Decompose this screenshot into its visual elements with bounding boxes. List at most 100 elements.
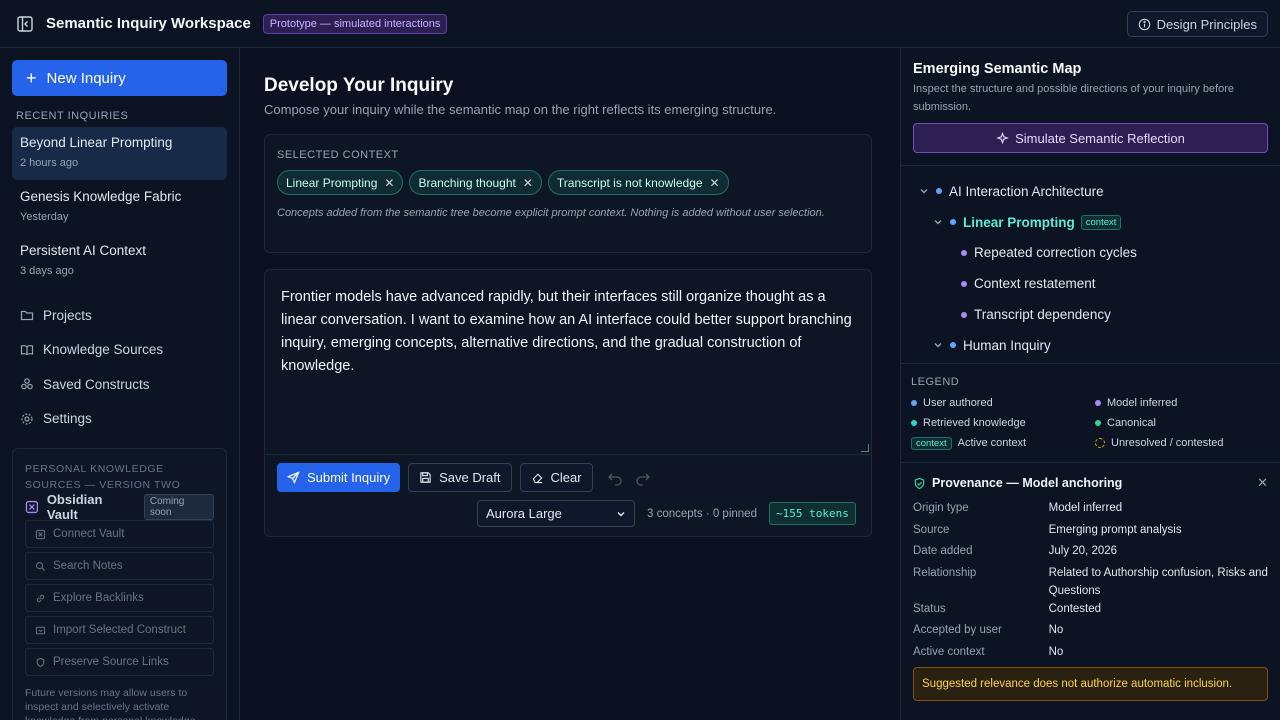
legend-item: context Active context xyxy=(911,436,1095,450)
legend-item: Unresolved / contested xyxy=(1095,436,1265,450)
remove-chip-icon[interactable]: ✕ xyxy=(384,176,394,190)
personal-knowledge-sources-panel: PERSONAL KNOWLEDGE SOURCES — VERSION TWO… xyxy=(12,448,227,720)
search-icon xyxy=(36,561,45,571)
book-icon xyxy=(20,344,34,355)
new-inquiry-button[interactable]: + New Inquiry xyxy=(12,60,227,96)
remove-chip-icon[interactable]: ✕ xyxy=(710,176,720,190)
shield-check-icon xyxy=(914,477,925,489)
recent-inquiry-item[interactable]: Beyond Linear Prompting 2 hours ago xyxy=(12,127,227,180)
sparkle-icon xyxy=(996,131,1009,144)
design-principles-label: Design Principles xyxy=(1156,16,1257,32)
submit-label: Submit Inquiry xyxy=(307,470,391,485)
context-tag: context xyxy=(1080,214,1122,230)
main-content: Develop Your Inquiry Compose your inquir… xyxy=(240,48,900,720)
provenance-value: No xyxy=(1048,645,1064,658)
gear-icon xyxy=(21,413,33,425)
sidebar-toggle-icon[interactable] xyxy=(16,15,34,33)
clear-button[interactable]: Clear xyxy=(519,463,593,492)
context-chips: Linear Prompting ✕ Branching thought ✕ T… xyxy=(277,170,859,195)
close-icon[interactable]: ✕ xyxy=(1257,475,1268,491)
chevron-down-icon[interactable] xyxy=(919,186,929,196)
submit-inquiry-button[interactable]: Submit Inquiry xyxy=(277,463,401,492)
new-inquiry-label: New Inquiry xyxy=(46,69,126,87)
simulate-reflection-button[interactable]: Simulate Semantic Reflection xyxy=(913,123,1268,153)
tree-node[interactable]: Human Inquiry xyxy=(919,330,1268,361)
design-principles-button[interactable]: Design Principles xyxy=(1126,11,1268,37)
legend-title: LEGEND xyxy=(911,376,960,388)
page-subtitle: Compose your inquiry while the semantic … xyxy=(264,102,777,117)
eraser-icon xyxy=(532,473,542,484)
provenance-key: Date added xyxy=(913,545,973,557)
legend-grid: User authored Model inferred Retrieved kno… xyxy=(911,396,1270,450)
search-notes-button[interactable]: Search Notes xyxy=(25,552,214,580)
provenance-key: Accepted by user xyxy=(913,624,1002,636)
inquiry-editor: Frontier models have advanced rapidly, b… xyxy=(264,269,872,537)
provenance-value: Emerging prompt analysis xyxy=(1048,523,1182,536)
pks-button-label: Import Selected Construct xyxy=(53,624,186,636)
sidebar: + New Inquiry RECENT INQUIRIES Beyond Li… xyxy=(0,48,240,720)
tree-node[interactable]: AI Interaction Architecture xyxy=(919,176,1268,207)
tree-node[interactable]: Transcript dependency xyxy=(919,299,1268,330)
legend-item: Canonical xyxy=(1095,416,1265,430)
node-type-dot xyxy=(961,311,967,318)
tree-node[interactable]: Context restatement xyxy=(919,268,1268,299)
provenance-table: Origin type Model inferred Source Emerging … xyxy=(913,499,1268,664)
semantic-map-header: Emerging Semantic Map Inspect the struct… xyxy=(901,48,1280,166)
chevron-down-icon[interactable] xyxy=(933,217,943,227)
context-chip[interactable]: Transcript is not knowledge ✕ xyxy=(547,170,729,195)
connect-vault-button[interactable]: Connect Vault xyxy=(25,520,214,548)
legend-label: User authored xyxy=(923,397,993,409)
provenance-value: Contested xyxy=(1048,602,1102,615)
preserve-source-links-button[interactable]: Preserve Source Links xyxy=(25,648,214,676)
provenance-value: No xyxy=(1048,624,1064,636)
context-chip[interactable]: Linear Prompting ✕ xyxy=(277,170,404,195)
shield-icon xyxy=(36,657,45,667)
save-draft-button[interactable]: Save Draft xyxy=(408,463,512,492)
import-selected-construct-button[interactable]: Import Selected Construct xyxy=(25,616,214,644)
recent-inquiry-title: Genesis Knowledge Fabric xyxy=(20,189,182,204)
obsidian-vault-row: Obsidian Vault Coming soon xyxy=(25,492,214,522)
legend-item: Retrieved knowledge xyxy=(911,416,1095,430)
save-icon xyxy=(420,472,431,483)
chevron-down-icon[interactable] xyxy=(933,340,943,350)
undo-icon[interactable] xyxy=(607,470,623,486)
tree-node[interactable]: Linear Prompting context xyxy=(919,207,1268,238)
resize-handle[interactable] xyxy=(861,444,869,452)
legend-dot xyxy=(911,420,917,426)
recent-inquiry-item[interactable]: Genesis Knowledge Fabric Yesterday xyxy=(12,181,227,234)
provenance-panel: Provenance — Model anchoring ✕ Origin ty… xyxy=(901,463,1280,701)
legend: LEGEND User authored Model inferred Retrie… xyxy=(901,364,1280,463)
nav-label: Settings xyxy=(43,411,92,427)
legend-context-box: context xyxy=(911,436,952,450)
editor-meta-row: Aurora Large 3 concepts · 0 pinned ~155 … xyxy=(265,500,871,527)
recent-inquiries-heading: RECENT INQUIRIES xyxy=(16,110,129,122)
context-chip[interactable]: Branching thought ✕ xyxy=(409,170,542,195)
recent-inquiry-title: Persistent AI Context xyxy=(20,243,147,258)
nav-knowledge-sources[interactable]: Knowledge Sources xyxy=(12,333,227,368)
nav-projects[interactable]: Projects xyxy=(12,298,227,333)
simulate-label: Simulate Semantic Reflection xyxy=(1015,130,1185,146)
save-draft-label: Save Draft xyxy=(439,470,501,485)
provenance-row: Date added July 20, 2026 xyxy=(913,542,1268,564)
plus-icon: + xyxy=(26,68,37,88)
tree-node[interactable]: Repeated correction cycles xyxy=(919,238,1268,269)
pks-button-label: Explore Backlinks xyxy=(53,592,144,604)
import-icon xyxy=(35,626,46,634)
nav-saved-constructs[interactable]: Saved Constructs xyxy=(12,367,227,402)
chip-label: Linear Prompting xyxy=(286,175,378,190)
recent-inquiry-item[interactable]: Persistent AI Context 3 days ago xyxy=(12,235,227,288)
remove-chip-icon[interactable]: ✕ xyxy=(523,176,533,190)
semantic-tree: AI Interaction Architecture Linear Prompt… xyxy=(901,166,1280,364)
inquiry-textarea[interactable]: Frontier models have advanced rapidly, b… xyxy=(265,270,871,455)
legend-label: Model inferred xyxy=(1107,397,1178,409)
link-icon xyxy=(36,594,45,602)
redo-icon[interactable] xyxy=(635,470,651,486)
recent-inquiry-time: Yesterday xyxy=(20,211,69,223)
info-icon xyxy=(1138,18,1150,30)
provenance-title: Provenance — Model anchoring xyxy=(932,476,1123,490)
model-select[interactable]: Aurora Large xyxy=(477,500,635,527)
explore-backlinks-button[interactable]: Explore Backlinks xyxy=(25,584,214,612)
concept-count: 3 concepts · 0 pinned xyxy=(647,507,757,520)
recent-inquiry-time: 3 days ago xyxy=(20,265,74,277)
nav-settings[interactable]: Settings xyxy=(12,402,227,437)
